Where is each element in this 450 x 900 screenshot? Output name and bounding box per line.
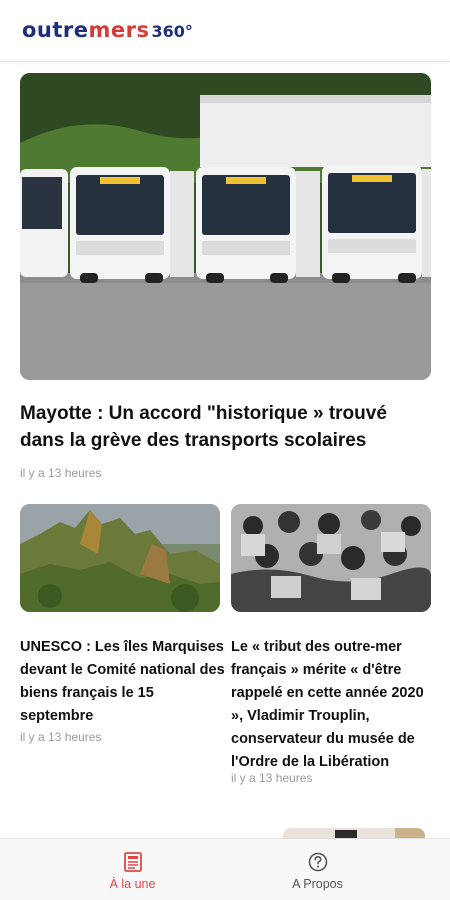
app-logo: outre mers 360° — [22, 18, 193, 42]
buses-photo — [20, 73, 431, 380]
newspaper-icon — [123, 852, 142, 872]
next-article-image-partial[interactable] — [283, 828, 425, 838]
app-bar: outre mers 360° — [0, 0, 450, 62]
next-article-photo — [283, 828, 425, 838]
help-circle-icon — [308, 852, 327, 872]
logo-text-mers: mers — [88, 18, 150, 42]
article-card-2-timestamp: il y a 13 heures — [231, 771, 313, 785]
logo-text-outre: outre — [22, 18, 89, 42]
news-feed[interactable]: Mayotte : Un accord "historique » trouvé… — [0, 62, 450, 838]
logo-text-360: 360° — [151, 22, 193, 41]
mountains-photo — [20, 504, 220, 612]
hero-article-title[interactable]: Mayotte : Un accord "historique » trouvé… — [20, 400, 435, 454]
article-card-1-image[interactable] — [20, 504, 220, 612]
article-card-1-title[interactable]: UNESCO : Les îles Marquises devant le Co… — [20, 636, 225, 728]
tab-a-propos-label: A Propos — [292, 877, 343, 891]
hero-article-image[interactable] — [20, 73, 431, 380]
article-card-2-title[interactable]: Le « tribut des outre-mer français » mér… — [231, 636, 436, 774]
article-card-1-timestamp: il y a 13 heures — [20, 730, 102, 744]
article-card-2-image[interactable] — [231, 504, 431, 612]
tab-a-propos[interactable]: A Propos — [205, 839, 430, 900]
bottom-navigation: À la une A Propos — [0, 838, 450, 900]
hero-article-timestamp: il y a 13 heures — [20, 466, 102, 480]
soldiers-photo — [231, 504, 431, 612]
